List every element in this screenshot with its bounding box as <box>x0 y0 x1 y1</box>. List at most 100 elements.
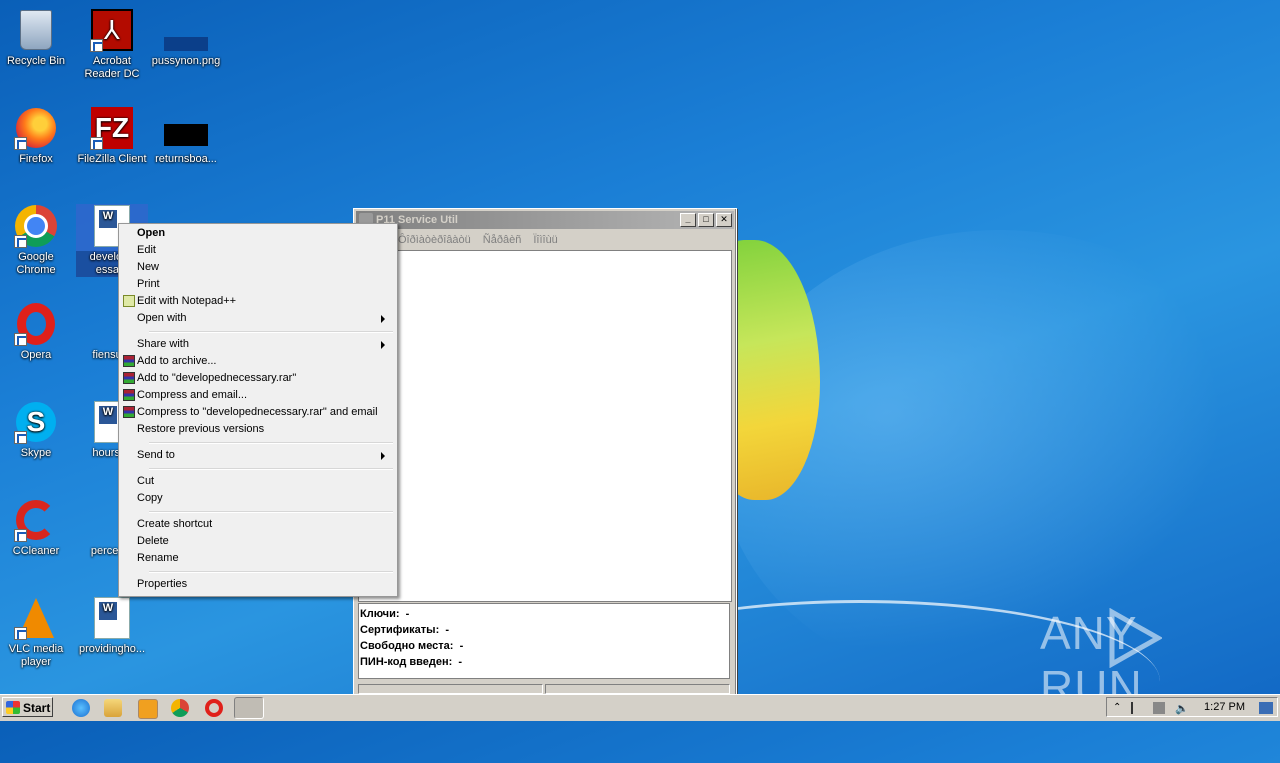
image-file-icon <box>164 8 208 52</box>
winrar-icon <box>123 389 135 401</box>
submenu-arrow-icon <box>381 452 385 460</box>
close-button[interactable]: ✕ <box>716 213 732 227</box>
menu-item-open[interactable]: Open <box>121 225 393 242</box>
menu-item-compress-email[interactable]: Compress and email... <box>121 387 393 404</box>
menu-separator <box>149 468 393 470</box>
desktop-icon-skype[interactable]: S Skype <box>0 400 72 460</box>
desktop-icon-vlc[interactable]: VLC media player <box>0 596 72 669</box>
system-tray: ⌃ 🔈 1:27 PM <box>1106 697 1278 717</box>
network-icon[interactable] <box>1153 702 1165 714</box>
action-center-flag-icon[interactable] <box>1131 702 1145 714</box>
image-file-icon <box>164 106 208 150</box>
info-row-certificates: Сертификаты: - <box>360 624 450 636</box>
start-button[interactable]: Start <box>2 697 53 717</box>
recycle-bin-icon <box>14 8 58 52</box>
winrar-icon <box>123 355 135 367</box>
menu-item-edit[interactable]: Edit <box>121 242 393 259</box>
context-menu: Open Edit New Print Edit with Notepad++ … <box>118 223 398 597</box>
status-bar <box>358 684 730 694</box>
menu-separator <box>149 442 393 444</box>
desktop-icon-label: CCleaner <box>12 545 60 557</box>
anyrun-play-icon <box>1109 608 1162 668</box>
menu-item-open-with[interactable]: Open with <box>121 310 393 327</box>
chrome-icon <box>14 204 58 248</box>
desktop-icon-chrome[interactable]: Google Chrome <box>0 204 72 277</box>
menu-item-share-with[interactable]: Share with <box>121 336 393 353</box>
menu-item-new[interactable]: New <box>121 259 393 276</box>
info-row-free-space: Свободно места: - <box>360 640 464 652</box>
taskbar-button-p11[interactable] <box>234 697 264 719</box>
info-row-pin: ПИН-код введен: - <box>360 656 463 668</box>
start-label: Start <box>23 701 51 715</box>
desktop-icon-label: Google Chrome <box>16 251 56 276</box>
menu-format[interactable]: Ôîðìàòèðîâàòü <box>398 231 471 249</box>
desktop-icon-label: pussynon.png <box>151 55 221 67</box>
submenu-arrow-icon <box>381 315 385 323</box>
window-menubar: Ôîðìàòèðîâàòü Ñåðâèñ Ïîìîùü <box>354 231 736 249</box>
menu-item-copy[interactable]: Copy <box>121 490 393 507</box>
desktop-icon-ccleaner[interactable]: CCleaner <box>0 498 72 558</box>
show-hidden-icons-icon[interactable]: ⌃ <box>1113 702 1125 714</box>
winrar-icon <box>123 372 135 384</box>
menu-item-restore-versions[interactable]: Restore previous versions <box>121 421 393 438</box>
menu-separator <box>149 511 393 513</box>
winrar-icon <box>123 406 135 418</box>
media-player-icon[interactable] <box>138 699 158 719</box>
desktop-icon-providingho[interactable]: W providingho... <box>76 596 148 656</box>
p11-service-util-window[interactable]: P11 Service Util _ □ ✕ Ôîðìàòèðîâàòü Ñåð… <box>353 208 737 696</box>
menu-separator <box>149 331 393 333</box>
menu-service[interactable]: Ñåðâèñ <box>483 231 522 249</box>
minimize-button[interactable]: _ <box>680 213 696 227</box>
menu-item-compress-rar-email[interactable]: Compress to "developednecessary.rar" and… <box>121 404 393 421</box>
firefox-icon <box>14 106 58 150</box>
opera-icon[interactable] <box>205 699 223 717</box>
menu-item-send-to[interactable]: Send to <box>121 447 393 464</box>
volume-icon[interactable]: 🔈 <box>1175 702 1189 715</box>
menu-item-delete[interactable]: Delete <box>121 533 393 550</box>
desktop-icon-label: Skype <box>20 447 52 459</box>
menu-item-edit-notepadpp[interactable]: Edit with Notepad++ <box>121 293 393 310</box>
desktop-icon-returnsboa[interactable]: returnsboa... <box>150 106 222 166</box>
menu-item-add-to-rar[interactable]: Add to "developednecessary.rar" <box>121 370 393 387</box>
opera-icon <box>14 302 58 346</box>
desktop-icon-label: FileZilla Client <box>77 153 147 165</box>
menu-item-properties[interactable]: Properties <box>121 576 393 593</box>
desktop-icon-opera[interactable]: Opera <box>0 302 72 362</box>
info-row-keys: Ключи: - <box>360 608 410 620</box>
desktop-icon-label: Acrobat Reader DC <box>84 55 140 80</box>
maximize-button[interactable]: □ <box>698 213 714 227</box>
desktop-icon-filezilla[interactable]: FZ FileZilla Client <box>76 106 148 166</box>
ccleaner-icon <box>14 498 58 542</box>
submenu-arrow-icon <box>381 341 385 349</box>
desktop-icon-label: providingho... <box>78 643 146 655</box>
filezilla-icon: FZ <box>90 106 134 150</box>
menu-help[interactable]: Ïîìîùü <box>533 231 557 249</box>
window-titlebar[interactable]: P11 Service Util _ □ ✕ <box>356 211 734 229</box>
menu-item-cut[interactable]: Cut <box>121 473 393 490</box>
desktop-icon-recycle-bin[interactable]: Recycle Bin <box>0 8 72 68</box>
show-desktop-icon[interactable] <box>1259 702 1273 714</box>
desktop-icon-label: Firefox <box>19 153 53 165</box>
internet-explorer-icon[interactable] <box>72 699 90 717</box>
desktop-icon-label: Recycle Bin <box>6 55 66 67</box>
word-document-icon: W <box>90 596 134 640</box>
windows-logo-icon <box>6 701 20 714</box>
token-info-panel: Ключи: - Сертификаты: - Свободно места: … <box>358 603 730 679</box>
menu-item-add-to-archive[interactable]: Add to archive... <box>121 353 393 370</box>
desktop-icon-acrobat[interactable]: ⅄ Acrobat Reader DC <box>76 8 148 81</box>
menu-item-rename[interactable]: Rename <box>121 550 393 567</box>
taskbar: Start ⌃ 🔈 1:27 PM <box>0 694 1280 721</box>
menu-item-create-shortcut[interactable]: Create shortcut <box>121 516 393 533</box>
desktop-icon-pussynon[interactable]: pussynon.png <box>150 8 222 68</box>
chrome-icon[interactable] <box>171 699 189 717</box>
menu-item-print[interactable]: Print <box>121 276 393 293</box>
desktop-icon-label: Opera <box>20 349 52 361</box>
desktop-icon-label: returnsboa... <box>155 153 217 165</box>
desktop-icon-firefox[interactable]: Firefox <box>0 106 72 166</box>
vlc-icon <box>14 596 58 640</box>
window-client-area <box>358 250 732 602</box>
notepadpp-icon <box>123 295 135 307</box>
file-explorer-icon[interactable] <box>104 699 122 717</box>
acrobat-icon: ⅄ <box>90 8 134 52</box>
clock[interactable]: 1:27 PM <box>1204 701 1245 713</box>
